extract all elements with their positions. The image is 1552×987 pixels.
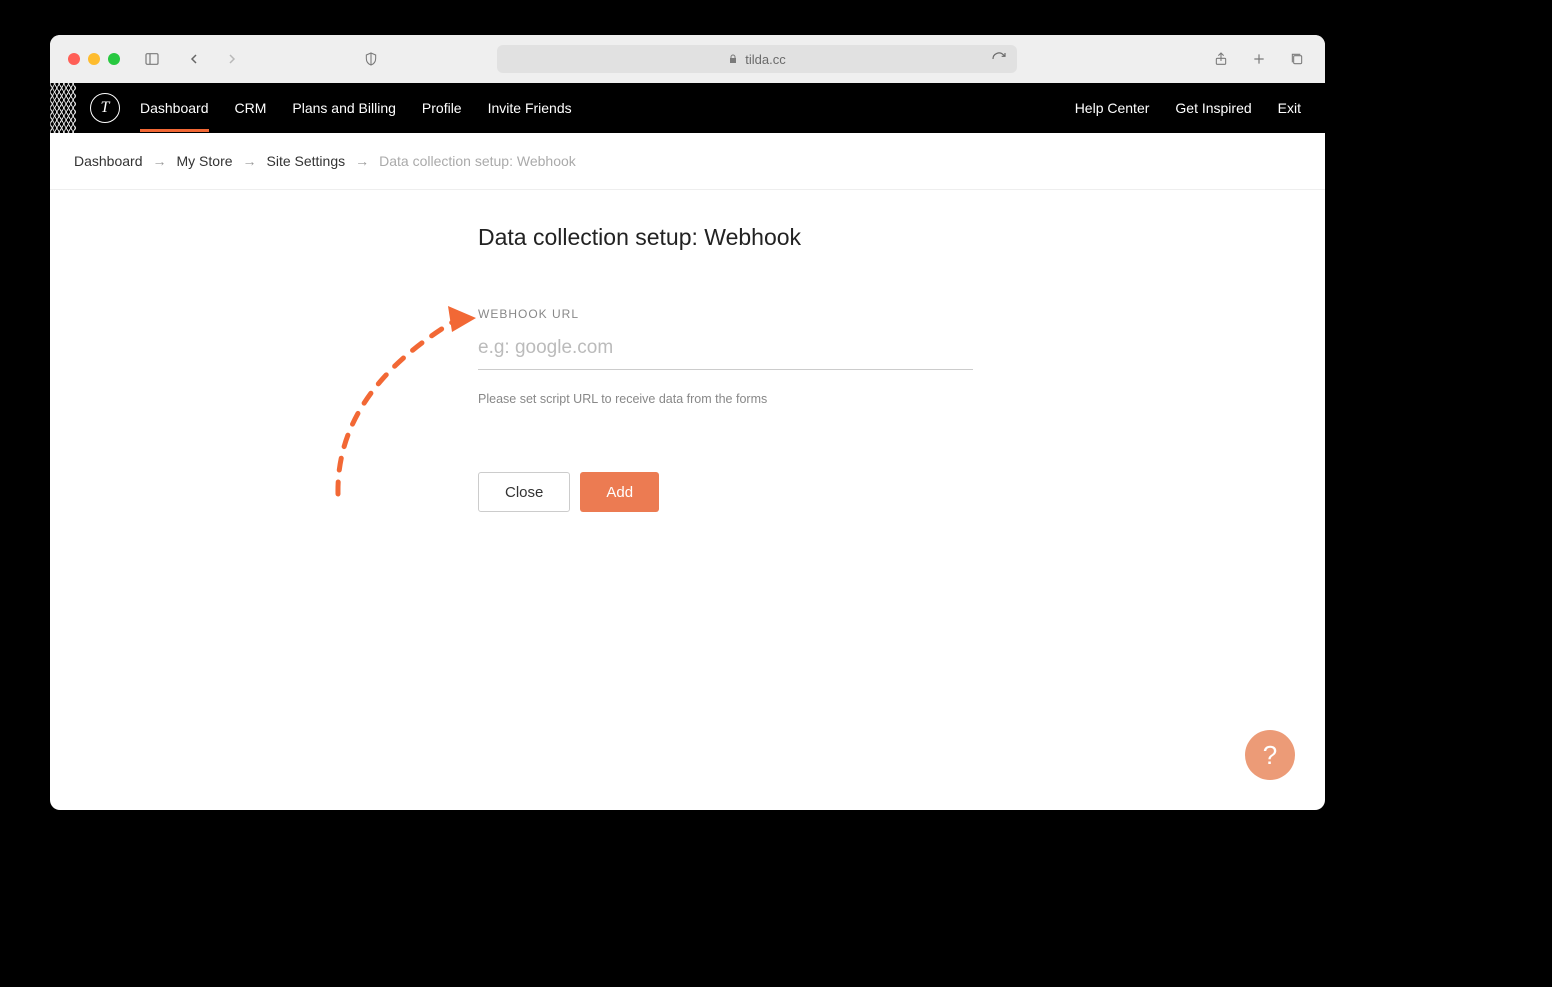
pointer-arrow-icon [326, 302, 486, 502]
nav-plans-billing[interactable]: Plans and Billing [292, 100, 396, 116]
window-minimize-icon[interactable] [88, 53, 100, 65]
add-button[interactable]: Add [580, 472, 659, 512]
browser-window: tilda.cc T Dashboard CRM Plans and Bil [50, 35, 1325, 810]
browser-chrome: tilda.cc [50, 35, 1325, 83]
forward-icon[interactable] [222, 49, 242, 69]
button-row: Close Add [478, 472, 978, 512]
breadcrumb-separator: → [243, 153, 257, 169]
crumb-my-store[interactable]: My Store [177, 153, 233, 169]
nav-arrows [184, 49, 242, 69]
chrome-right [1211, 49, 1307, 69]
back-icon[interactable] [184, 49, 204, 69]
address-bar[interactable]: tilda.cc [497, 45, 1017, 73]
webhook-url-label: WEBHOOK URL [478, 307, 978, 321]
main-nav: Dashboard CRM Plans and Billing Profile … [140, 100, 572, 116]
breadcrumb-separator: → [153, 153, 167, 169]
page-title: Data collection setup: Webhook [478, 224, 978, 251]
close-button[interactable]: Close [478, 472, 570, 512]
form-area: Data collection setup: Webhook WEBHOOK U… [478, 224, 978, 512]
nav-crm[interactable]: CRM [235, 100, 267, 116]
nav-invite-friends[interactable]: Invite Friends [488, 100, 572, 116]
address-bar-host: tilda.cc [745, 52, 785, 67]
app-header: T Dashboard CRM Plans and Billing Profil… [50, 83, 1325, 133]
breadcrumb-separator: → [355, 153, 369, 169]
content-area: Data collection setup: Webhook WEBHOOK U… [50, 190, 1325, 546]
nav-dashboard[interactable]: Dashboard [140, 100, 209, 116]
question-mark-icon: ? [1263, 740, 1277, 771]
sidebar-toggle-icon[interactable] [142, 49, 162, 69]
new-tab-icon[interactable] [1249, 49, 1269, 69]
refresh-icon[interactable] [989, 49, 1009, 69]
crumb-dashboard[interactable]: Dashboard [74, 153, 143, 169]
webhook-help-text: Please set script URL to receive data fr… [478, 392, 978, 406]
window-close-icon[interactable] [68, 53, 80, 65]
nav-exit[interactable]: Exit [1278, 100, 1301, 116]
crumb-site-settings[interactable]: Site Settings [267, 153, 346, 169]
tabs-icon[interactable] [1287, 49, 1307, 69]
privacy-shield-icon[interactable] [361, 49, 381, 69]
lock-icon [727, 53, 739, 65]
traffic-lights [68, 53, 120, 65]
logo-letter: T [101, 99, 110, 117]
share-icon[interactable] [1211, 49, 1231, 69]
webhook-url-input[interactable] [478, 331, 973, 370]
crumb-current: Data collection setup: Webhook [379, 153, 576, 169]
nav-profile[interactable]: Profile [422, 100, 462, 116]
tilda-logo[interactable]: T [90, 93, 120, 123]
decorative-pattern [50, 83, 76, 133]
breadcrumb: Dashboard → My Store → Site Settings → D… [50, 133, 1325, 190]
help-fab-button[interactable]: ? [1245, 730, 1295, 780]
window-maximize-icon[interactable] [108, 53, 120, 65]
secondary-nav: Help Center Get Inspired Exit [1075, 100, 1301, 116]
nav-help-center[interactable]: Help Center [1075, 100, 1150, 116]
nav-get-inspired[interactable]: Get Inspired [1175, 100, 1251, 116]
